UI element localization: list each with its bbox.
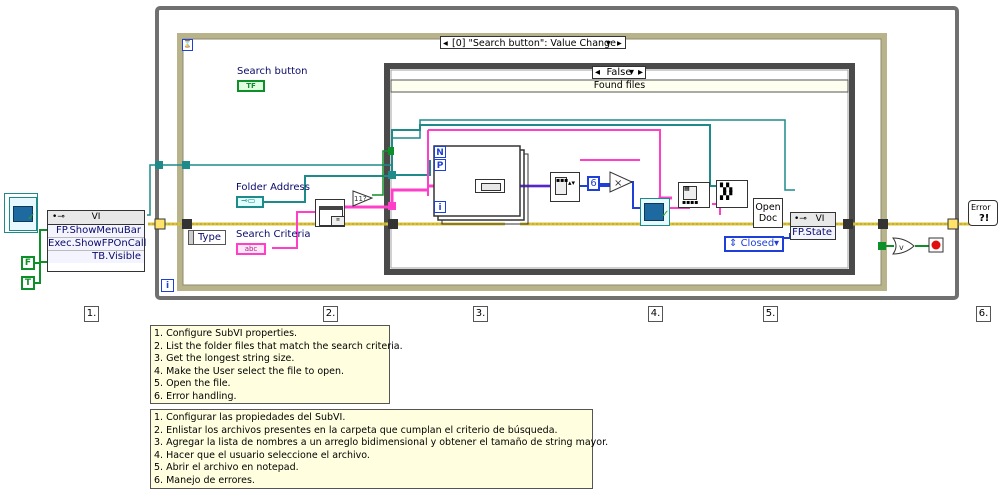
index-icon: ▪▪▪▪ <box>682 199 699 206</box>
vi-class-label: VI <box>91 212 101 222</box>
step-number-6: 6. <box>976 306 991 322</box>
index-array-node[interactable]: ▚▚ ▞▞ <box>716 180 748 208</box>
case-dropdown-arrow-icon[interactable]: ▾ <box>629 67 634 79</box>
comment-es-line-4: 4. Hacer que el usuario seleccione el ar… <box>154 449 370 461</box>
case-selector[interactable]: ◂ False ▾ ▸ <box>592 66 646 79</box>
event-type-label: Type <box>198 232 221 243</box>
comment-en-line-4: 4. Make the User select the file to open… <box>154 365 345 377</box>
reference-icon: •⊸ <box>52 212 65 222</box>
search-button-terminal[interactable]: TF <box>237 80 265 92</box>
dropdown-arrow-icon[interactable]: ▾ <box>606 37 611 50</box>
property-exec-showfponcall[interactable]: Exec.ShowFPOnCall <box>48 238 146 251</box>
svg-text:v: v <box>899 243 904 252</box>
folder-address-terminal[interactable]: ⊸▭ <box>236 196 264 208</box>
closed-enum-text: Closed <box>740 238 775 249</box>
property-fp-showmenubar[interactable]: FP.ShowMenuBar <box>48 225 144 238</box>
case-selector-label: False <box>606 67 632 78</box>
english-comment-box: 1. Configure SubVI properties. 2. List t… <box>150 325 403 404</box>
comment-es-line-5: 5. Abrir el archivo en notepad. <box>154 462 299 474</box>
enum-dropdown-icon[interactable]: ▾ <box>774 238 779 250</box>
open-doc-line1: Open <box>755 202 781 213</box>
comment-en-line-2: 2. List the folder files that match the … <box>154 340 403 352</box>
for-loop-iteration-terminal: i <box>434 201 446 213</box>
property-tb-visible[interactable]: TB.Visible <box>48 251 144 263</box>
array-icon: ▪▪▪ <box>555 177 568 195</box>
step-number-5: 5. <box>763 306 778 322</box>
while-loop-iteration-terminal: i <box>161 279 174 292</box>
grid-icon: ▚▚ ▞▞ <box>720 183 733 200</box>
true-constant-text: T <box>24 278 32 288</box>
true-constant[interactable]: T <box>21 276 35 290</box>
step-number-1: 1. <box>84 306 99 322</box>
path-icon: ⊸▭ <box>241 196 256 205</box>
comment-es-line-2: 2. Enlistar los archivos presentes en la… <box>154 424 558 436</box>
fp-state-class-label: VI <box>815 214 825 224</box>
string-length-node[interactable] <box>475 179 505 193</box>
error-handler-label: Error <box>971 203 991 212</box>
event-selector[interactable]: ◂ [0] "Search button": Value Change ▾ ▸ <box>440 36 626 49</box>
spanish-comment-box: 1. Configurar las propiedades del SubVI.… <box>150 409 609 489</box>
enum-arrows-icon: ⇕ <box>729 238 738 249</box>
svg-text:11?: 11? <box>354 195 367 203</box>
vi-property-node[interactable]: •⊸ VI FP.ShowMenuBar Exec.ShowFPOnCall T… <box>47 210 146 272</box>
simple-error-handler[interactable]: Error ?! <box>968 200 998 226</box>
comment-en-line-1: 1. Configure SubVI properties. <box>154 328 298 339</box>
search-criteria-terminal-text: abc <box>244 245 258 253</box>
fp-state-node-header: •⊸ VI <box>791 213 835 227</box>
svg-text:×: × <box>614 178 622 189</box>
comment-es-line-6: 6. Manejo de errores. <box>154 474 255 486</box>
hourglass-icon: ⌛ <box>182 39 193 51</box>
comment-en-line-3: 3. Get the longest string size. <box>154 353 295 365</box>
search-criteria-terminal[interactable]: abc <box>236 243 266 255</box>
numeric-constant-six[interactable]: 6 <box>587 176 600 191</box>
for-loop-count-terminal[interactable]: N <box>434 146 446 158</box>
max-min-icon: ▴▾ <box>568 179 576 187</box>
p-label: P <box>436 161 444 171</box>
false-constant-text: F <box>24 258 32 268</box>
question-icon: ?! <box>979 213 990 224</box>
table-icon: ▦ <box>683 186 697 200</box>
decrement-arrow-icon[interactable]: ◂ <box>443 37 448 50</box>
comment-en-line-6: 6. Error handling. <box>154 390 237 402</box>
while-loop-i-label: i <box>165 281 170 291</box>
string-icon <box>481 183 501 191</box>
search-button-label: Search button <box>237 66 308 77</box>
property-fp-state[interactable]: FP.State <box>791 227 835 239</box>
fp-state-reference-icon: •⊸ <box>794 214 807 224</box>
fp-state-property-node[interactable]: •⊸ VI FP.State <box>790 212 836 240</box>
for-loop-i-label: i <box>438 203 442 213</box>
closed-enum-constant[interactable]: ⇕ Closed ▾ <box>724 236 784 252</box>
comment-en-line-5: 5. Open the file. <box>154 378 231 390</box>
list-folder-node[interactable]: ≡ <box>315 199 345 227</box>
open-doc-line2: Doc <box>758 213 778 224</box>
six-constant-text: 6 <box>590 178 597 189</box>
while-loop-frame[interactable] <box>155 6 959 300</box>
vi-property-node-header: •⊸ VI <box>48 211 144 225</box>
comment-es-line-3: 3. Agregar la lista de nombres a un arre… <box>154 437 609 449</box>
checkmark-icon: ✓ <box>661 209 670 220</box>
n-label: N <box>436 148 444 158</box>
vi-reference-icon[interactable]: ✓ <box>4 193 38 233</box>
open-doc-node[interactable]: Open Doc <box>753 198 783 228</box>
event-selector-label: [0] "Search button": Value Change <box>452 38 616 49</box>
list-icon: ≡ <box>331 216 345 226</box>
increment-arrow-icon[interactable]: ▸ <box>617 37 622 50</box>
boolean-wire <box>34 229 48 284</box>
step-number-4: 4. <box>648 306 663 322</box>
false-constant[interactable]: F <box>21 256 35 270</box>
case-increment-arrow-icon[interactable]: ▸ <box>638 67 643 79</box>
search-criteria-label: Search Criteria <box>236 229 311 240</box>
case-decrement-arrow-icon[interactable]: ◂ <box>595 67 600 79</box>
folder-address-label: Folder Address <box>236 182 310 193</box>
for-loop-parallel-terminal[interactable]: P <box>434 159 446 171</box>
case-subdiagram-label: Found files <box>593 80 646 91</box>
event-data-node[interactable]: Type <box>188 230 226 245</box>
step-number-3: 3. <box>473 306 488 322</box>
array-max-min-node[interactable]: ▪▪▪ ▴▾ <box>550 172 580 202</box>
step-number-2: 2. <box>323 306 338 322</box>
comment-es-line-1: 1. Configurar las propiedades del SubVI. <box>154 412 346 423</box>
build-array-node[interactable]: ▦ ▪▪▪▪ <box>678 182 710 208</box>
search-button-terminal-text: TF <box>246 82 256 90</box>
select-file-subvi[interactable]: ✓ <box>640 198 670 226</box>
